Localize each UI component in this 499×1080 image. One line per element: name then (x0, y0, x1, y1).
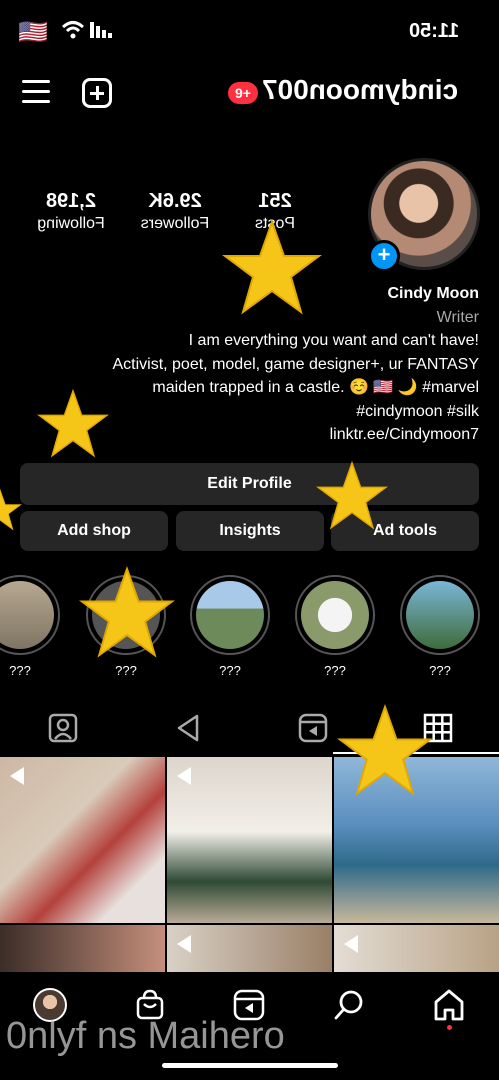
profile-header: 9+ cindymoon007 (0, 70, 499, 118)
highlight-label: ??? (324, 663, 346, 678)
signal-icon (90, 22, 112, 38)
highlight-label: ??? (219, 663, 241, 678)
home-icon[interactable] (432, 988, 466, 1022)
reel-icon (177, 935, 191, 953)
status-bar: 🇺🇸 11:50 (0, 0, 499, 60)
stat-followers[interactable]: 29.6K Followers (130, 190, 220, 233)
clock: 11:50 (408, 20, 459, 42)
reel-icon (177, 767, 191, 785)
posts-count: 251 (258, 190, 292, 212)
highlight-label: ??? (429, 663, 451, 678)
home-notification-dot (447, 1025, 452, 1030)
bio-line: Activist, poet, model, game designer+, u… (112, 355, 479, 373)
wifi-icon (62, 21, 84, 39)
grid-post[interactable] (0, 925, 165, 972)
menu-icon[interactable] (22, 80, 50, 104)
add-story-icon[interactable]: + (368, 240, 400, 272)
star-sticker (0, 488, 22, 531)
reels-tab-icon[interactable] (297, 712, 329, 744)
notification-badge[interactable]: 9+ (228, 82, 258, 104)
play-tab-icon[interactable] (173, 712, 205, 744)
grid-post[interactable] (167, 925, 332, 972)
highlight-label: ??? (9, 663, 31, 678)
highlight-item[interactable]: ??? (190, 575, 270, 678)
following-count: 2,198 (45, 190, 97, 212)
star-sticker (337, 703, 433, 796)
flag-icon: 🇺🇸 (18, 19, 48, 46)
star-sticker (37, 388, 109, 458)
star-sticker (79, 565, 175, 658)
home-indicator[interactable] (162, 1063, 338, 1068)
followers-label: Followers (140, 215, 210, 232)
followers-count: 29.6K (148, 190, 202, 212)
highlight-label: ??? (115, 663, 137, 678)
following-label: Following (37, 215, 105, 232)
username[interactable]: cindymoon007 (262, 74, 458, 106)
highlight-item[interactable]: ??? (295, 575, 375, 678)
grid-post[interactable] (167, 757, 332, 923)
add-shop-button[interactable]: Add shop (20, 511, 168, 551)
watermark: 0nlyf ns Maihero (6, 1015, 285, 1057)
insights-button[interactable]: Insights (176, 511, 324, 551)
stat-following[interactable]: 2,198 Following (26, 190, 116, 233)
tagged-tab-icon[interactable] (47, 712, 79, 744)
search-icon[interactable] (332, 988, 366, 1022)
bio-line: I am everything you want and can't have! (188, 332, 479, 349)
create-post-icon[interactable] (82, 78, 112, 108)
edit-profile-button[interactable]: Edit Profile (20, 463, 479, 505)
star-sticker (222, 218, 322, 315)
grid-post[interactable] (334, 925, 499, 972)
star-sticker (316, 460, 388, 530)
reel-icon (344, 935, 358, 953)
highlight-item[interactable]: ??? (400, 575, 480, 678)
reel-icon (10, 767, 24, 785)
grid-post[interactable] (0, 757, 165, 923)
highlight-item[interactable]: ??? (0, 575, 60, 678)
